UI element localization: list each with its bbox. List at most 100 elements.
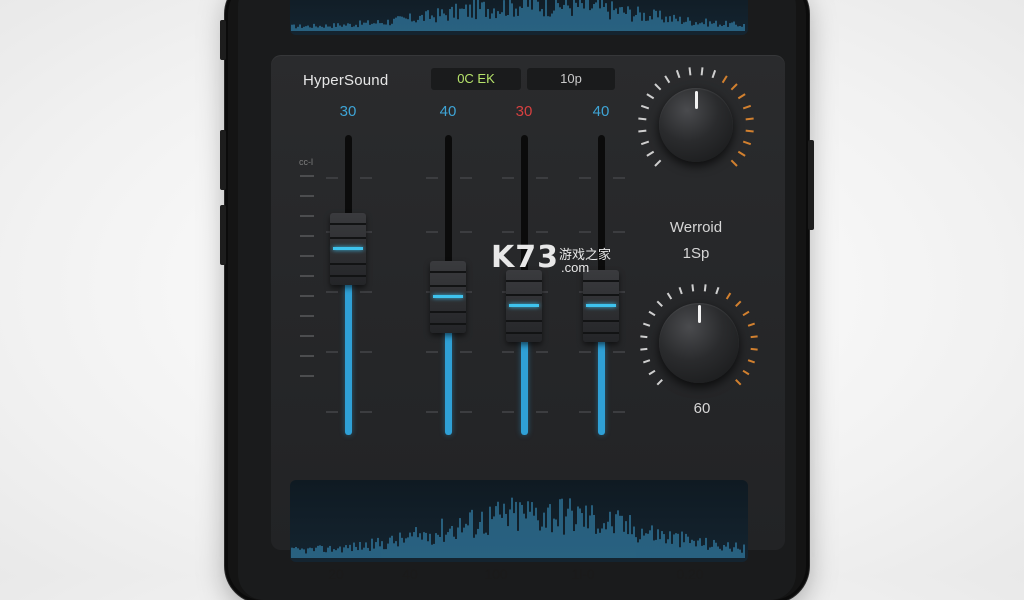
app-screen: HyperSound 0C EK 10p cc-l 30 40 30 40 Werro…	[238, 0, 796, 600]
fader-gridline	[326, 411, 338, 413]
fader-handle-ridge	[330, 263, 366, 265]
fader-gridline	[460, 177, 472, 179]
watermark-logo: K73 游戏之家 .com	[491, 240, 611, 275]
volume-up-button	[220, 130, 226, 190]
fader-handle-ridge	[430, 285, 466, 287]
knob-tick	[664, 75, 671, 84]
fader-handle-ridge	[506, 320, 542, 322]
knob-readout: 1Sp	[682, 245, 710, 262]
frequency-label: 100	[484, 566, 508, 582]
watermark-brand: K73	[491, 240, 559, 275]
knob-tick	[737, 93, 746, 100]
fader-handle[interactable]	[330, 213, 366, 285]
fader-gridline	[460, 411, 472, 413]
knob-tick	[750, 347, 758, 351]
bottom-knob-value: 60	[693, 400, 711, 417]
fader-handle-ridge	[583, 294, 619, 296]
power-button	[808, 140, 814, 230]
knob-tick	[742, 140, 752, 146]
fader-gridline	[502, 231, 514, 233]
knob-tick	[688, 67, 692, 76]
frequency-label: 20	[328, 566, 344, 582]
knob-tick	[656, 379, 663, 386]
fader-gridline	[426, 231, 438, 233]
fader-handle-indicator	[509, 304, 539, 307]
fader-gridline	[502, 411, 514, 413]
knob-tick	[638, 117, 647, 121]
fader-handle-indicator	[333, 247, 363, 250]
knob-tick	[654, 83, 662, 91]
frequency-label: 0.20	[676, 566, 704, 582]
knob-tick	[745, 117, 754, 121]
fader-handle-ridge	[330, 237, 366, 239]
mode-chip[interactable]: 0C EK	[431, 68, 521, 90]
fader-gridline	[460, 351, 472, 353]
knob-tick	[711, 69, 717, 79]
bottom-knob[interactable]	[639, 283, 759, 403]
frequency-label: 1l-0	[571, 566, 595, 582]
fader-handle-indicator	[586, 304, 616, 307]
fader-level-label: 30	[339, 103, 357, 120]
knob-tick	[642, 322, 651, 327]
knob-tick	[678, 286, 683, 295]
knob-tick	[691, 284, 695, 292]
scale-tick	[300, 335, 314, 337]
fader-handle-indicator	[433, 295, 463, 298]
fader-handle[interactable]	[506, 270, 542, 342]
fader-handle-ridge	[430, 311, 466, 313]
fader-gridline	[426, 177, 438, 179]
knob-tick	[666, 292, 673, 300]
knob-tick	[742, 310, 750, 317]
fader-gridline	[360, 411, 372, 413]
fader-handle-ridge	[506, 280, 542, 282]
knob-tick	[745, 129, 754, 133]
knob-tick	[642, 359, 651, 364]
knob-label: Werroid	[669, 219, 723, 236]
fader-gridline	[326, 291, 338, 293]
fader-gridline	[502, 177, 514, 179]
knob-tick	[648, 369, 656, 376]
knob-tick	[640, 347, 648, 351]
fader-gridline	[360, 291, 372, 293]
fader-gridline	[460, 231, 472, 233]
fader-level-label: 40	[439, 103, 457, 120]
fader-handle-ridge	[330, 223, 366, 225]
knob-tick	[730, 159, 738, 167]
value-chip[interactable]: 10p	[527, 68, 615, 90]
knob-tick	[646, 150, 655, 157]
knob-tick	[742, 104, 752, 110]
fader-gridline	[613, 231, 625, 233]
knob-tick	[747, 359, 756, 364]
knob-tick	[654, 159, 662, 167]
knob-tick	[747, 322, 756, 327]
scale-tick	[300, 355, 314, 357]
knob-tick	[721, 75, 728, 84]
fader-handle-ridge	[330, 275, 366, 277]
fader-handle-ridge	[583, 280, 619, 282]
knob-tick	[750, 335, 758, 339]
fader-gridline	[536, 411, 548, 413]
fader-gridline	[579, 411, 591, 413]
fader-gridline	[426, 411, 438, 413]
fader-gridline	[536, 177, 548, 179]
fader-level-label: 30	[515, 103, 533, 120]
knob-tick	[735, 379, 742, 386]
knob-tick	[742, 369, 750, 376]
fader-handle-ridge	[583, 320, 619, 322]
fader-gridline	[326, 177, 338, 179]
fader-handle[interactable]	[583, 270, 619, 342]
fader-gridline	[613, 351, 625, 353]
fader-gridline	[579, 231, 591, 233]
fader-gridline	[426, 351, 438, 353]
scale-tick	[300, 375, 314, 377]
fader-handle-ridge	[583, 332, 619, 334]
fader-handle-ridge	[430, 323, 466, 325]
knob-tick	[737, 150, 746, 157]
knob-tick	[640, 140, 650, 146]
fader-gridline	[326, 351, 338, 353]
fader-handle[interactable]	[430, 261, 466, 333]
fader-gridline	[502, 351, 514, 353]
fader-gridline	[536, 231, 548, 233]
fader-handle-ridge	[506, 332, 542, 334]
top-knob[interactable]	[636, 65, 756, 185]
